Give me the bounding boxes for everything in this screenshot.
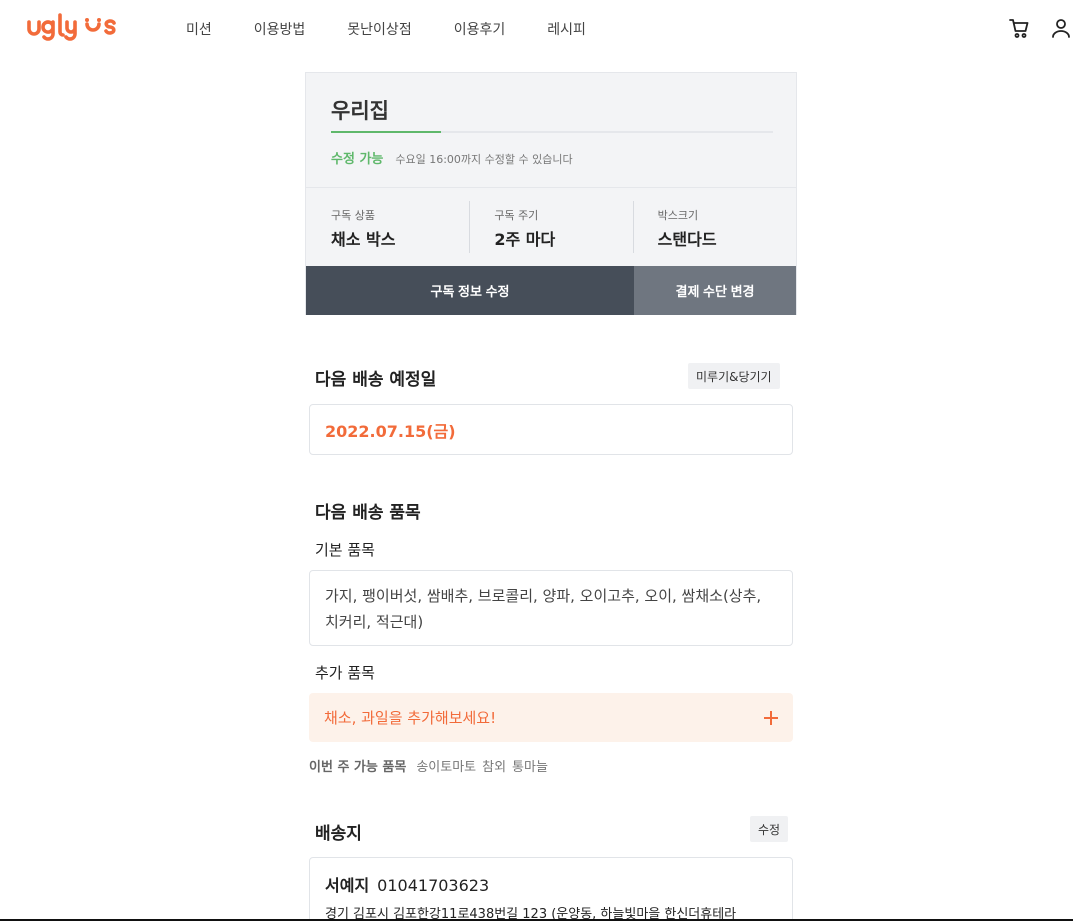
main-nav: 미션 이용방법 못난이상점 이용후기 레시피: [186, 19, 628, 39]
next-delivery-date: 2022.07.15(금): [309, 404, 793, 455]
subscription-card: 우리집 수정 가능 수요일 16:00까지 수정할 수 있습니다 구독 상품 채…: [305, 72, 797, 315]
logo-image: [27, 13, 116, 41]
plus-icon: [764, 710, 778, 725]
nav-item-how-to-use[interactable]: 이용방법: [254, 19, 306, 39]
subscription-name: 우리집: [331, 99, 389, 123]
edit-shipping-button[interactable]: 수정: [750, 816, 789, 842]
nav-item-reviews[interactable]: 이용후기: [454, 19, 506, 39]
edit-subscription-button[interactable]: 구독 정보 수정: [306, 266, 634, 315]
next-delivery-title: 다음 배송 예정일: [315, 370, 437, 390]
available-item[interactable]: 송이토마토: [416, 756, 476, 775]
reschedule-button[interactable]: 미루기&당기기: [688, 363, 780, 389]
subscription-info-row: 구독 상품 채소 박스 구독 주기 2주 마다 박스크기 스탠다드: [306, 188, 796, 266]
basic-items-label: 기본 품목: [315, 541, 375, 559]
info-label: 박스크기: [657, 209, 699, 222]
available-item[interactable]: 참외: [482, 756, 506, 775]
info-box-size: 박스크기 스탠다드: [632, 188, 796, 266]
recipient-name: 서예지: [325, 876, 370, 895]
edit-deadline-note: 수요일 16:00까지 수정할 수 있습니다: [395, 153, 573, 166]
header-icons: [1007, 16, 1073, 40]
brand-logo[interactable]: [27, 12, 127, 44]
subscription-tab-active-indicator: [331, 131, 441, 133]
add-extra-items-button[interactable]: 채소, 과일을 추가해보세요!: [309, 693, 793, 742]
subscription-actions: 구독 정보 수정 결제 수단 변경: [306, 266, 796, 315]
shipping-title: 배송지: [315, 824, 362, 844]
edit-status-label: 수정 가능: [331, 152, 384, 167]
available-item[interactable]: 통마늘: [512, 756, 548, 775]
nav-item-mission[interactable]: 미션: [186, 19, 212, 39]
nav-item-recipes[interactable]: 레시피: [547, 19, 586, 39]
user-icon[interactable]: [1049, 16, 1073, 40]
nav-item-shop[interactable]: 못난이상점: [347, 19, 411, 39]
info-value: 2주 마다: [494, 230, 556, 249]
subscription-tab-underline: [331, 131, 773, 133]
available-items-label: 이번 주 가능 품목: [309, 760, 407, 775]
cart-icon[interactable]: [1007, 16, 1031, 40]
recipient-row: 서예지 01041703623: [325, 872, 792, 896]
info-value: 채소 박스: [331, 230, 396, 249]
change-payment-button[interactable]: 결제 수단 변경: [634, 266, 796, 315]
add-extra-items-label: 채소, 과일을 추가해보세요!: [324, 709, 497, 727]
recipient-phone: 01041703623: [377, 876, 490, 895]
info-cycle: 구독 주기 2주 마다: [469, 188, 632, 266]
shipping-address-box: 서예지 01041703623 경기 김포시 김포한강11로438번길 123 …: [309, 857, 793, 921]
info-label: 구독 주기: [494, 209, 539, 222]
available-items-row: 이번 주 가능 품목 송이토마토 참외 통마늘: [309, 756, 548, 775]
basic-items-list: 가지, 팽이버섯, 쌈배추, 브로콜리, 양파, 오이고추, 오이, 쌈채소(상…: [309, 570, 793, 646]
next-items-title: 다음 배송 품목: [315, 503, 421, 523]
edit-status: 수정 가능 수요일 16:00까지 수정할 수 있습니다: [331, 148, 573, 167]
extra-items-label: 추가 품목: [315, 664, 375, 682]
info-value: 스탠다드: [657, 230, 717, 249]
top-header: 미션 이용방법 못난이상점 이용후기 레시피: [0, 0, 1073, 58]
info-product: 구독 상품 채소 박스: [306, 188, 469, 266]
info-label: 구독 상품: [331, 209, 375, 222]
